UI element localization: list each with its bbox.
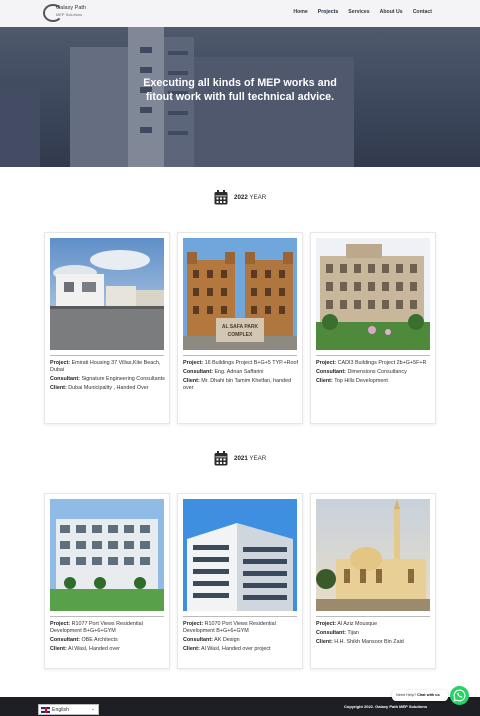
chat-prompt[interactable]: Need Help? Chat with us (392, 690, 448, 701)
project-image (316, 499, 430, 611)
project-details: Project: CADI3 Buildings Project 2b+G+5F… (316, 360, 427, 384)
divider (183, 616, 297, 617)
consultant-name: Eng. Adnan Saffarini (214, 369, 264, 375)
client-name: Al Wasl, Handed over (67, 646, 120, 652)
chevron-down-icon: ⌄ (90, 706, 95, 712)
divider (316, 616, 430, 617)
whatsapp-icon (453, 689, 466, 702)
project-name: CADI3 Buildings Project 2b+G+5F+R (337, 360, 427, 366)
sign-line-1: AL SAFA PARK (222, 324, 259, 330)
site-header: Galaxy Path MEP Solutions Home Projects … (0, 0, 480, 27)
client-name: Dubai Municipality , Handed Over (68, 385, 149, 391)
client-name: H.H. Shikh Mansoor Bin Zaid (334, 639, 404, 645)
project-details: Project: 16 Buildings Project B+G+5 TYP.… (183, 360, 299, 391)
nav-projects[interactable]: Projects (318, 9, 338, 15)
project-details: Project: Emirati Housing 37 Villas,Kite … (50, 360, 165, 391)
project-details: Project: R1077 Port Views Residential De… (50, 621, 143, 652)
year-heading-2021: 2021 YEAR (0, 449, 480, 469)
project-card[interactable]: AL SAFA PARK COMPLEX Project: 16 Buildin… (177, 232, 303, 424)
project-details: Project: Al Aziz Mousque Consultant: Tij… (316, 621, 404, 645)
sign-line-2: COMPLEX (228, 332, 253, 338)
project-name: Al Aziz Mousque (337, 621, 378, 627)
hero-banner: Executing all kinds of MEP works and fit… (0, 27, 480, 167)
project-card[interactable]: Project: CADI3 Buildings Project 2b+G+5F… (310, 232, 436, 424)
project-card[interactable]: Project: R1070 Port Views Residential De… (177, 493, 303, 669)
consultant-name: Dimensions Consultancy (347, 369, 407, 375)
client-name: Mr. Dhahi bin Tamim Khelfan, handed over (183, 378, 292, 391)
nav-contact[interactable]: Contact (413, 9, 432, 15)
logo-subtitle: MEP Solutions (56, 13, 83, 17)
divider (183, 355, 297, 356)
consultant-name: OBE Architects (81, 637, 118, 643)
nav-home[interactable]: Home (293, 9, 307, 15)
project-details: Project: R1070 Port Views Residential De… (183, 621, 276, 652)
whatsapp-button[interactable] (450, 686, 469, 705)
logo[interactable]: Galaxy Path MEP Solutions (40, 2, 86, 24)
project-image: AL SAFA PARK COMPLEX (183, 238, 297, 350)
language-label: English (52, 707, 70, 713)
calendar-icon (214, 190, 228, 205)
project-card[interactable]: Project: Emirati Housing 37 Villas,Kite … (44, 232, 170, 424)
client-name: Al Wasl, Handed over project (200, 646, 271, 652)
consultant-name: AK Design (214, 637, 240, 643)
divider (50, 355, 164, 356)
client-name: Top Hills Development (334, 378, 388, 384)
project-card[interactable]: Project: Al Aziz Mousque Consultant: Tij… (310, 493, 436, 669)
chat-prompt-text: Need Help? Chat with us (396, 693, 440, 697)
consultant-name: Signature Engineering Consultants (81, 376, 165, 382)
calendar-icon (214, 451, 228, 466)
project-image (50, 238, 164, 350)
nav-services[interactable]: Services (348, 9, 369, 15)
nav-about-us[interactable]: About Us (380, 9, 403, 15)
language-selector[interactable]: English ⌄ (38, 704, 99, 715)
project-card[interactable]: Project: R1077 Port Views Residential De… (44, 493, 170, 669)
logo-name: Galaxy Path (56, 5, 86, 11)
divider (316, 355, 430, 356)
year-label: 2022 YEAR (234, 194, 267, 201)
year-heading-2022: 2022 YEAR (0, 188, 480, 208)
main-nav: Home Projects Services About Us Contact (283, 9, 432, 15)
copyright-text: Copyright 2022. Galaxy Path MEP Solution… (344, 704, 428, 709)
uk-flag-icon (41, 707, 50, 713)
project-image (183, 499, 297, 611)
project-name: 16 Buildings Project B+G+5 TYP.+Roof (204, 360, 299, 366)
divider (50, 616, 164, 617)
consultant-name: Tijan (347, 630, 359, 636)
project-image (50, 499, 164, 611)
year-label: 2021 YEAR (234, 455, 267, 462)
hero-title: Executing all kinds of MEP works and fit… (143, 77, 337, 103)
project-image (316, 238, 430, 350)
